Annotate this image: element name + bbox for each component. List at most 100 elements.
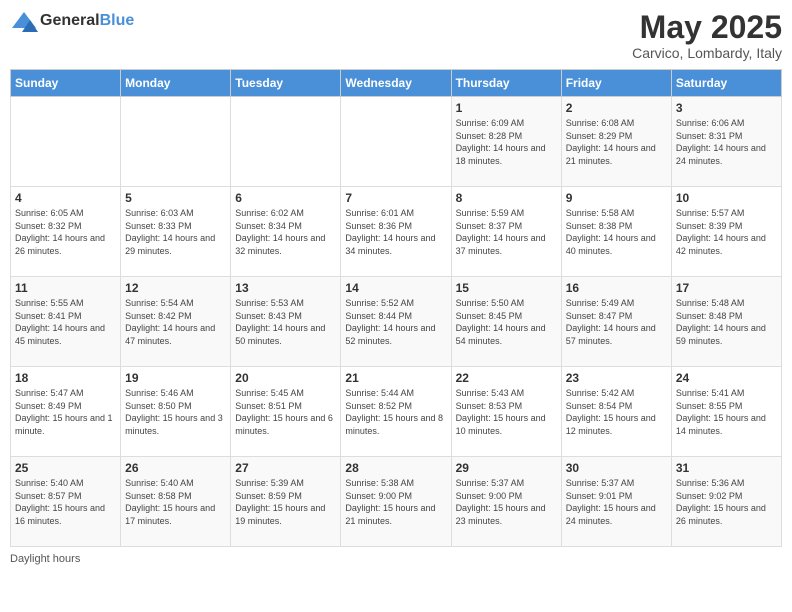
day-number: 13 [235, 281, 336, 295]
calendar-cell: 6 Sunrise: 6:02 AM Sunset: 8:34 PM Daylig… [231, 187, 341, 277]
calendar-cell: 20Sunrise: 5:45 AM Sunset: 8:51 PM Dayli… [231, 367, 341, 457]
calendar-cell [341, 97, 451, 187]
day-info: Sunrise: 5:43 AM Sunset: 8:53 PM Dayligh… [456, 387, 557, 437]
logo-blue: Blue [100, 12, 135, 29]
day-number: 15 [456, 281, 557, 295]
calendar-cell [11, 97, 121, 187]
title-area: May 2025 Carvico, Lombardy, Italy [632, 10, 782, 61]
day-info: Sunrise: 5:45 AM Sunset: 8:51 PM Dayligh… [235, 387, 336, 437]
logo-icon [10, 10, 38, 32]
day-number: 16 [566, 281, 667, 295]
calendar-cell: 1Sunrise: 6:09 AM Sunset: 8:28 PM Daylig… [451, 97, 561, 187]
day-info: Sunrise: 5:47 AM Sunset: 8:49 PM Dayligh… [15, 387, 116, 437]
day-info: Sunrise: 6:06 AM Sunset: 8:31 PM Dayligh… [676, 117, 777, 167]
calendar-cell: 7Sunrise: 6:01 AM Sunset: 8:36 PM Daylig… [341, 187, 451, 277]
logo: GeneralBlue [10, 10, 134, 32]
month-title: May 2025 [632, 10, 782, 45]
calendar-cell: 10Sunrise: 5:57 AM Sunset: 8:39 PM Dayli… [671, 187, 781, 277]
calendar-cell: 5 Sunrise: 6:03 AM Sunset: 8:33 PM Daylig… [121, 187, 231, 277]
calendar-cell [231, 97, 341, 187]
day-info: Sunrise: 5:37 AM Sunset: 9:01 PM Dayligh… [566, 477, 667, 527]
day-header-sunday: Sunday [11, 70, 121, 97]
day-header-saturday: Saturday [671, 70, 781, 97]
calendar-cell: 26 Sunrise: 5:40 AM Sunset: 8:58 PM Dayli… [121, 457, 231, 547]
calendar-cell: 9Sunrise: 5:58 AM Sunset: 8:38 PM Daylig… [561, 187, 671, 277]
calendar-cell [121, 97, 231, 187]
calendar-cell: 16 Sunrise: 5:49 AM Sunset: 8:47 PM Dayli… [561, 277, 671, 367]
calendar-header-row: SundayMondayTuesdayWednesdayThursdayFrid… [11, 70, 782, 97]
day-info: Sunrise: 5:40 AM Sunset: 8:58 PM Dayligh… [125, 477, 226, 527]
calendar-cell: 2 Sunrise: 6:08 AM Sunset: 8:29 PM Daylig… [561, 97, 671, 187]
day-number: 21 [345, 371, 446, 385]
calendar-cell: 28Sunrise: 5:38 AM Sunset: 9:00 PM Dayli… [341, 457, 451, 547]
calendar-cell: 15 Sunrise: 5:50 AM Sunset: 8:45 PM Dayli… [451, 277, 561, 367]
day-info: Sunrise: 6:01 AM Sunset: 8:36 PM Dayligh… [345, 207, 446, 257]
calendar-cell: 22 Sunrise: 5:43 AM Sunset: 8:53 PM Dayli… [451, 367, 561, 457]
calendar-cell: 24Sunrise: 5:41 AM Sunset: 8:55 PM Dayli… [671, 367, 781, 457]
calendar-week-2: 4 Sunrise: 6:05 AM Sunset: 8:32 PM Daylig… [11, 187, 782, 277]
day-number: 12 [125, 281, 226, 295]
day-info: Sunrise: 5:39 AM Sunset: 8:59 PM Dayligh… [235, 477, 336, 527]
day-info: Sunrise: 6:02 AM Sunset: 8:34 PM Dayligh… [235, 207, 336, 257]
day-number: 14 [345, 281, 446, 295]
day-number: 18 [15, 371, 116, 385]
day-info: Sunrise: 5:40 AM Sunset: 8:57 PM Dayligh… [15, 477, 116, 527]
day-number: 6 [235, 191, 336, 205]
day-number: 10 [676, 191, 777, 205]
day-number: 22 [456, 371, 557, 385]
calendar-cell: 11 Sunrise: 5:55 AM Sunset: 8:41 PM Dayli… [11, 277, 121, 367]
day-info: Sunrise: 5:44 AM Sunset: 8:52 PM Dayligh… [345, 387, 446, 437]
day-number: 19 [125, 371, 226, 385]
day-info: Sunrise: 5:53 AM Sunset: 8:43 PM Dayligh… [235, 297, 336, 347]
day-number: 8 [456, 191, 557, 205]
day-number: 1 [456, 101, 557, 115]
calendar-cell: 13 Sunrise: 5:53 AM Sunset: 8:43 PM Dayli… [231, 277, 341, 367]
day-number: 4 [15, 191, 116, 205]
day-info: Sunrise: 5:50 AM Sunset: 8:45 PM Dayligh… [456, 297, 557, 347]
day-header-thursday: Thursday [451, 70, 561, 97]
day-info: Sunrise: 5:46 AM Sunset: 8:50 PM Dayligh… [125, 387, 226, 437]
day-info: Sunrise: 6:08 AM Sunset: 8:29 PM Dayligh… [566, 117, 667, 167]
calendar-cell: 17Sunrise: 5:48 AM Sunset: 8:48 PM Dayli… [671, 277, 781, 367]
calendar-cell: 27Sunrise: 5:39 AM Sunset: 8:59 PM Dayli… [231, 457, 341, 547]
day-info: Sunrise: 5:36 AM Sunset: 9:02 PM Dayligh… [676, 477, 777, 527]
calendar-cell: 21 Sunrise: 5:44 AM Sunset: 8:52 PM Dayli… [341, 367, 451, 457]
day-number: 2 [566, 101, 667, 115]
location-title: Carvico, Lombardy, Italy [632, 45, 782, 61]
day-info: Sunrise: 5:52 AM Sunset: 8:44 PM Dayligh… [345, 297, 446, 347]
day-number: 29 [456, 461, 557, 475]
day-number: 11 [15, 281, 116, 295]
day-number: 25 [15, 461, 116, 475]
calendar-cell: 18 Sunrise: 5:47 AM Sunset: 8:49 PM Dayli… [11, 367, 121, 457]
day-info: Sunrise: 6:03 AM Sunset: 8:33 PM Dayligh… [125, 207, 226, 257]
calendar-cell: 3 Sunrise: 6:06 AM Sunset: 8:31 PM Daylig… [671, 97, 781, 187]
calendar-week-4: 18 Sunrise: 5:47 AM Sunset: 8:49 PM Dayli… [11, 367, 782, 457]
calendar-cell: 29 Sunrise: 5:37 AM Sunset: 9:00 PM Dayli… [451, 457, 561, 547]
calendar-week-3: 11 Sunrise: 5:55 AM Sunset: 8:41 PM Dayli… [11, 277, 782, 367]
footer-note: Daylight hours [10, 553, 782, 565]
day-number: 5 [125, 191, 226, 205]
calendar-cell: 4 Sunrise: 6:05 AM Sunset: 8:32 PM Daylig… [11, 187, 121, 277]
calendar-cell: 12 Sunrise: 5:54 AM Sunset: 8:42 PM Dayli… [121, 277, 231, 367]
calendar-week-1: 1Sunrise: 6:09 AM Sunset: 8:28 PM Daylig… [11, 97, 782, 187]
logo-general: General [40, 12, 100, 29]
day-info: Sunrise: 5:37 AM Sunset: 9:00 PM Dayligh… [456, 477, 557, 527]
day-info: Sunrise: 5:42 AM Sunset: 8:54 PM Dayligh… [566, 387, 667, 437]
calendar-table: SundayMondayTuesdayWednesdayThursdayFrid… [10, 69, 782, 547]
day-number: 26 [125, 461, 226, 475]
day-info: Sunrise: 6:05 AM Sunset: 8:32 PM Dayligh… [15, 207, 116, 257]
calendar-cell: 14 Sunrise: 5:52 AM Sunset: 8:44 PM Dayli… [341, 277, 451, 367]
day-info: Sunrise: 5:38 AM Sunset: 9:00 PM Dayligh… [345, 477, 446, 527]
day-number: 30 [566, 461, 667, 475]
page-header: GeneralBlue May 2025 Carvico, Lombardy, … [10, 10, 782, 61]
calendar-cell: 25 Sunrise: 5:40 AM Sunset: 8:57 PM Dayli… [11, 457, 121, 547]
day-number: 23 [566, 371, 667, 385]
day-number: 17 [676, 281, 777, 295]
day-info: Sunrise: 5:49 AM Sunset: 8:47 PM Dayligh… [566, 297, 667, 347]
day-number: 9 [566, 191, 667, 205]
day-info: Sunrise: 5:41 AM Sunset: 8:55 PM Dayligh… [676, 387, 777, 437]
day-info: Sunrise: 5:54 AM Sunset: 8:42 PM Dayligh… [125, 297, 226, 347]
day-number: 3 [676, 101, 777, 115]
day-number: 31 [676, 461, 777, 475]
day-info: Sunrise: 5:55 AM Sunset: 8:41 PM Dayligh… [15, 297, 116, 347]
